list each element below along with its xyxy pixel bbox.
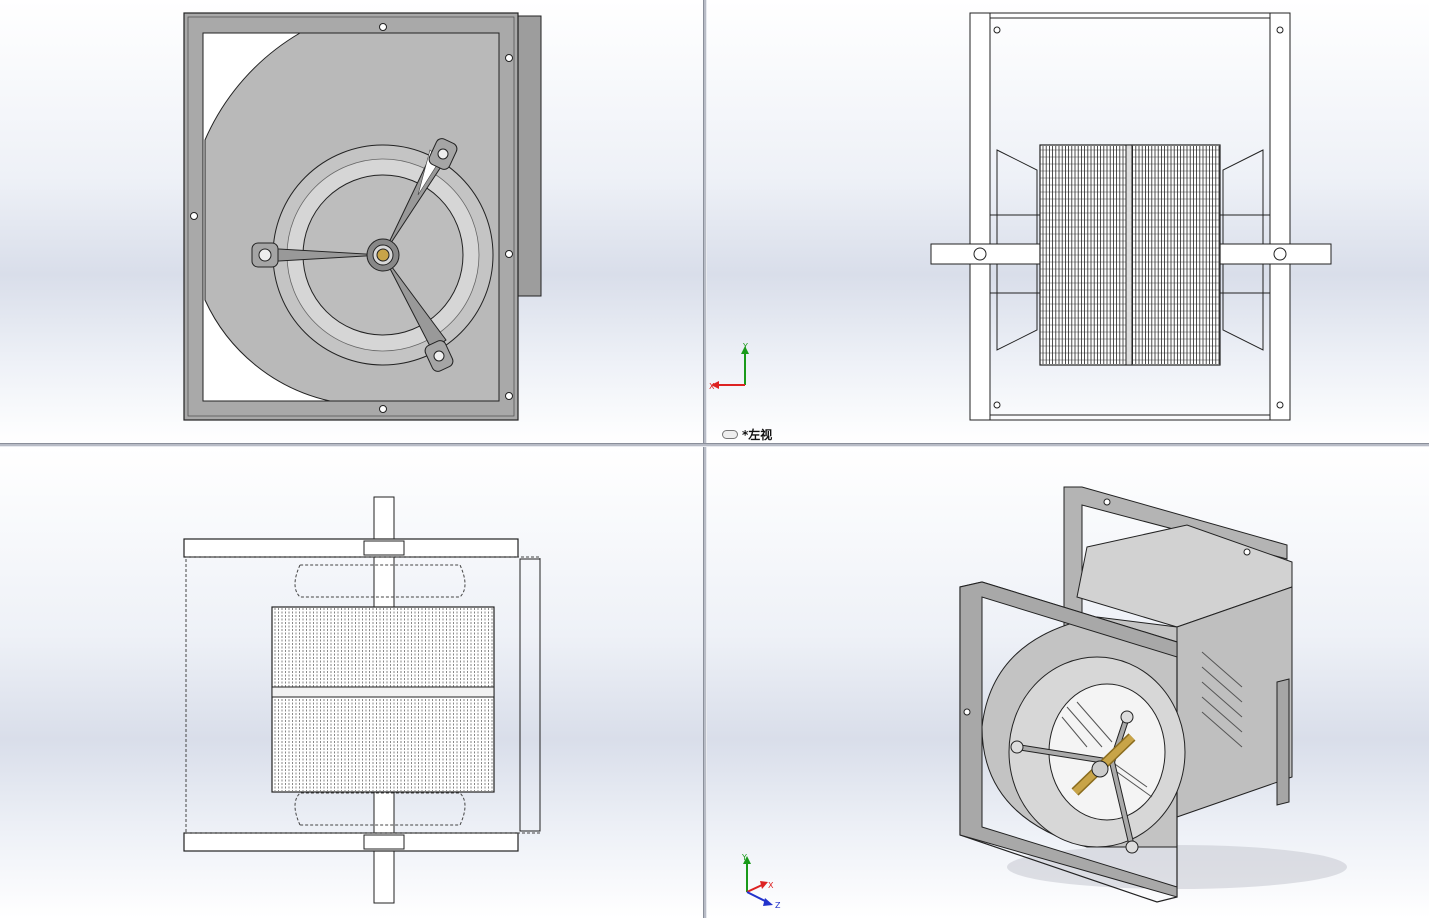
triad-z-label: Z <box>775 901 781 910</box>
triad-y-label: Y <box>742 342 748 351</box>
coordinate-triad: Y X <box>709 342 749 391</box>
blower-left-view <box>930 12 1332 421</box>
blower-isometric-view <box>959 486 1347 903</box>
triad-x-label: X <box>709 382 715 391</box>
viewport-front[interactable] <box>0 0 703 443</box>
view-name-label[interactable]: *左视 <box>722 427 773 442</box>
viewport-left[interactable]: Y X *左视 <box>707 0 1429 443</box>
viewport-isometric[interactable]: Y X Z <box>707 447 1429 918</box>
blower-front-view <box>183 12 542 421</box>
viewport-top[interactable] <box>0 447 703 918</box>
view-link-icon <box>722 429 738 439</box>
blower-top-view <box>183 496 541 904</box>
coordinate-triad-iso: Y X Z <box>741 853 781 910</box>
viewport-splitter-horizontal[interactable] <box>0 443 1429 447</box>
viewport-splitter-vertical[interactable] <box>703 0 707 918</box>
triad-x-label: X <box>768 881 774 890</box>
view-name-text: *左视 <box>742 427 773 442</box>
triad-y-label: Y <box>741 853 747 862</box>
